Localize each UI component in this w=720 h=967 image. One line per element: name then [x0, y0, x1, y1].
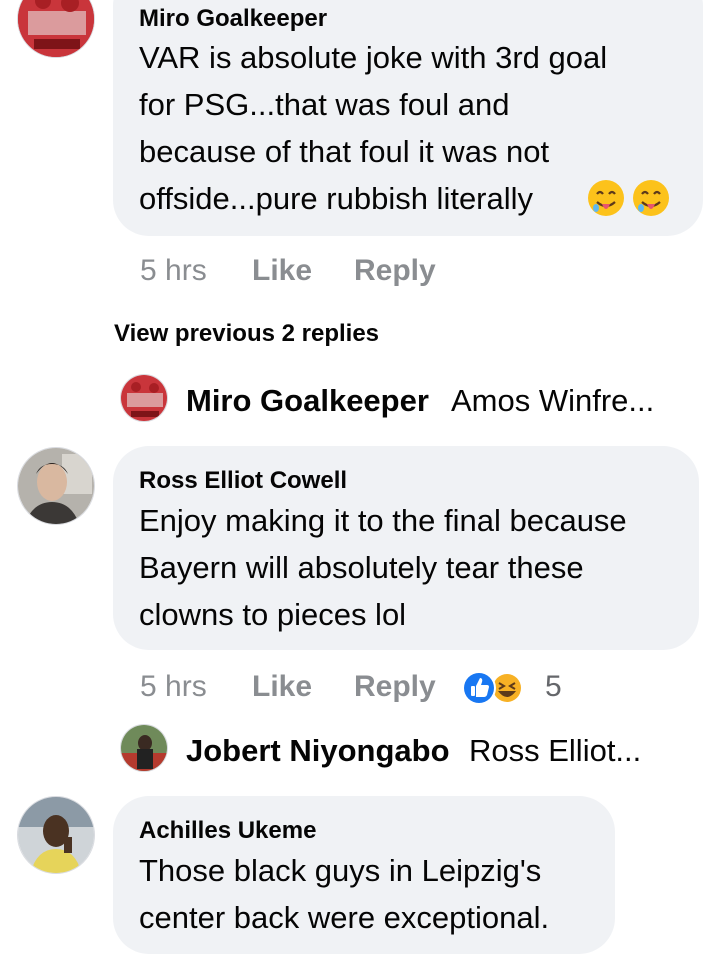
comment-time[interactable]: 5 hrs [140, 670, 207, 703]
drooling-face-icon [631, 178, 671, 218]
comment-text: Enjoy making it to the final because Bay… [139, 503, 627, 632]
like-icon [462, 671, 496, 705]
avatar-image [18, 797, 94, 873]
comment-meta: 5 hrs [140, 254, 207, 288]
reply-preview[interactable]: Ross Elliot... [469, 733, 641, 769]
comment-text: Those black guys in Leipzig's center bac… [139, 853, 550, 935]
like-button[interactable]: Like [252, 254, 312, 288]
avatar-image [121, 375, 167, 421]
reply-avatar[interactable] [120, 374, 168, 422]
avatar-image [18, 0, 94, 57]
comment-author[interactable]: Ross Elliot Cowell [139, 467, 347, 495]
comment-meta: 5 hrs [140, 670, 207, 704]
reply-author[interactable]: Jobert Niyongabo [186, 733, 450, 769]
reply-avatar[interactable] [120, 724, 168, 772]
avatar[interactable] [17, 0, 95, 58]
view-previous-replies-link[interactable]: View previous 2 replies [114, 320, 379, 348]
comment-text: VAR is absolute joke with 3rd goal for P… [139, 40, 608, 216]
comment-author[interactable]: Miro Goalkeeper [139, 5, 327, 33]
avatar[interactable] [17, 796, 95, 874]
comment-author[interactable]: Achilles Ukeme [139, 817, 316, 845]
reactions[interactable] [461, 670, 525, 706]
reply-author[interactable]: Miro Goalkeeper [186, 383, 429, 419]
reply-button[interactable]: Reply [354, 670, 436, 704]
reply-button[interactable]: Reply [354, 254, 436, 288]
reaction-count[interactable]: 5 [545, 670, 562, 704]
reply-preview[interactable]: Amos Winfre... [451, 383, 654, 419]
drooling-face-icon [586, 178, 626, 218]
avatar-image [121, 725, 167, 771]
avatar[interactable] [17, 447, 95, 525]
like-button[interactable]: Like [252, 670, 312, 704]
comment-time[interactable]: 5 hrs [140, 254, 207, 287]
avatar-image [18, 448, 94, 524]
